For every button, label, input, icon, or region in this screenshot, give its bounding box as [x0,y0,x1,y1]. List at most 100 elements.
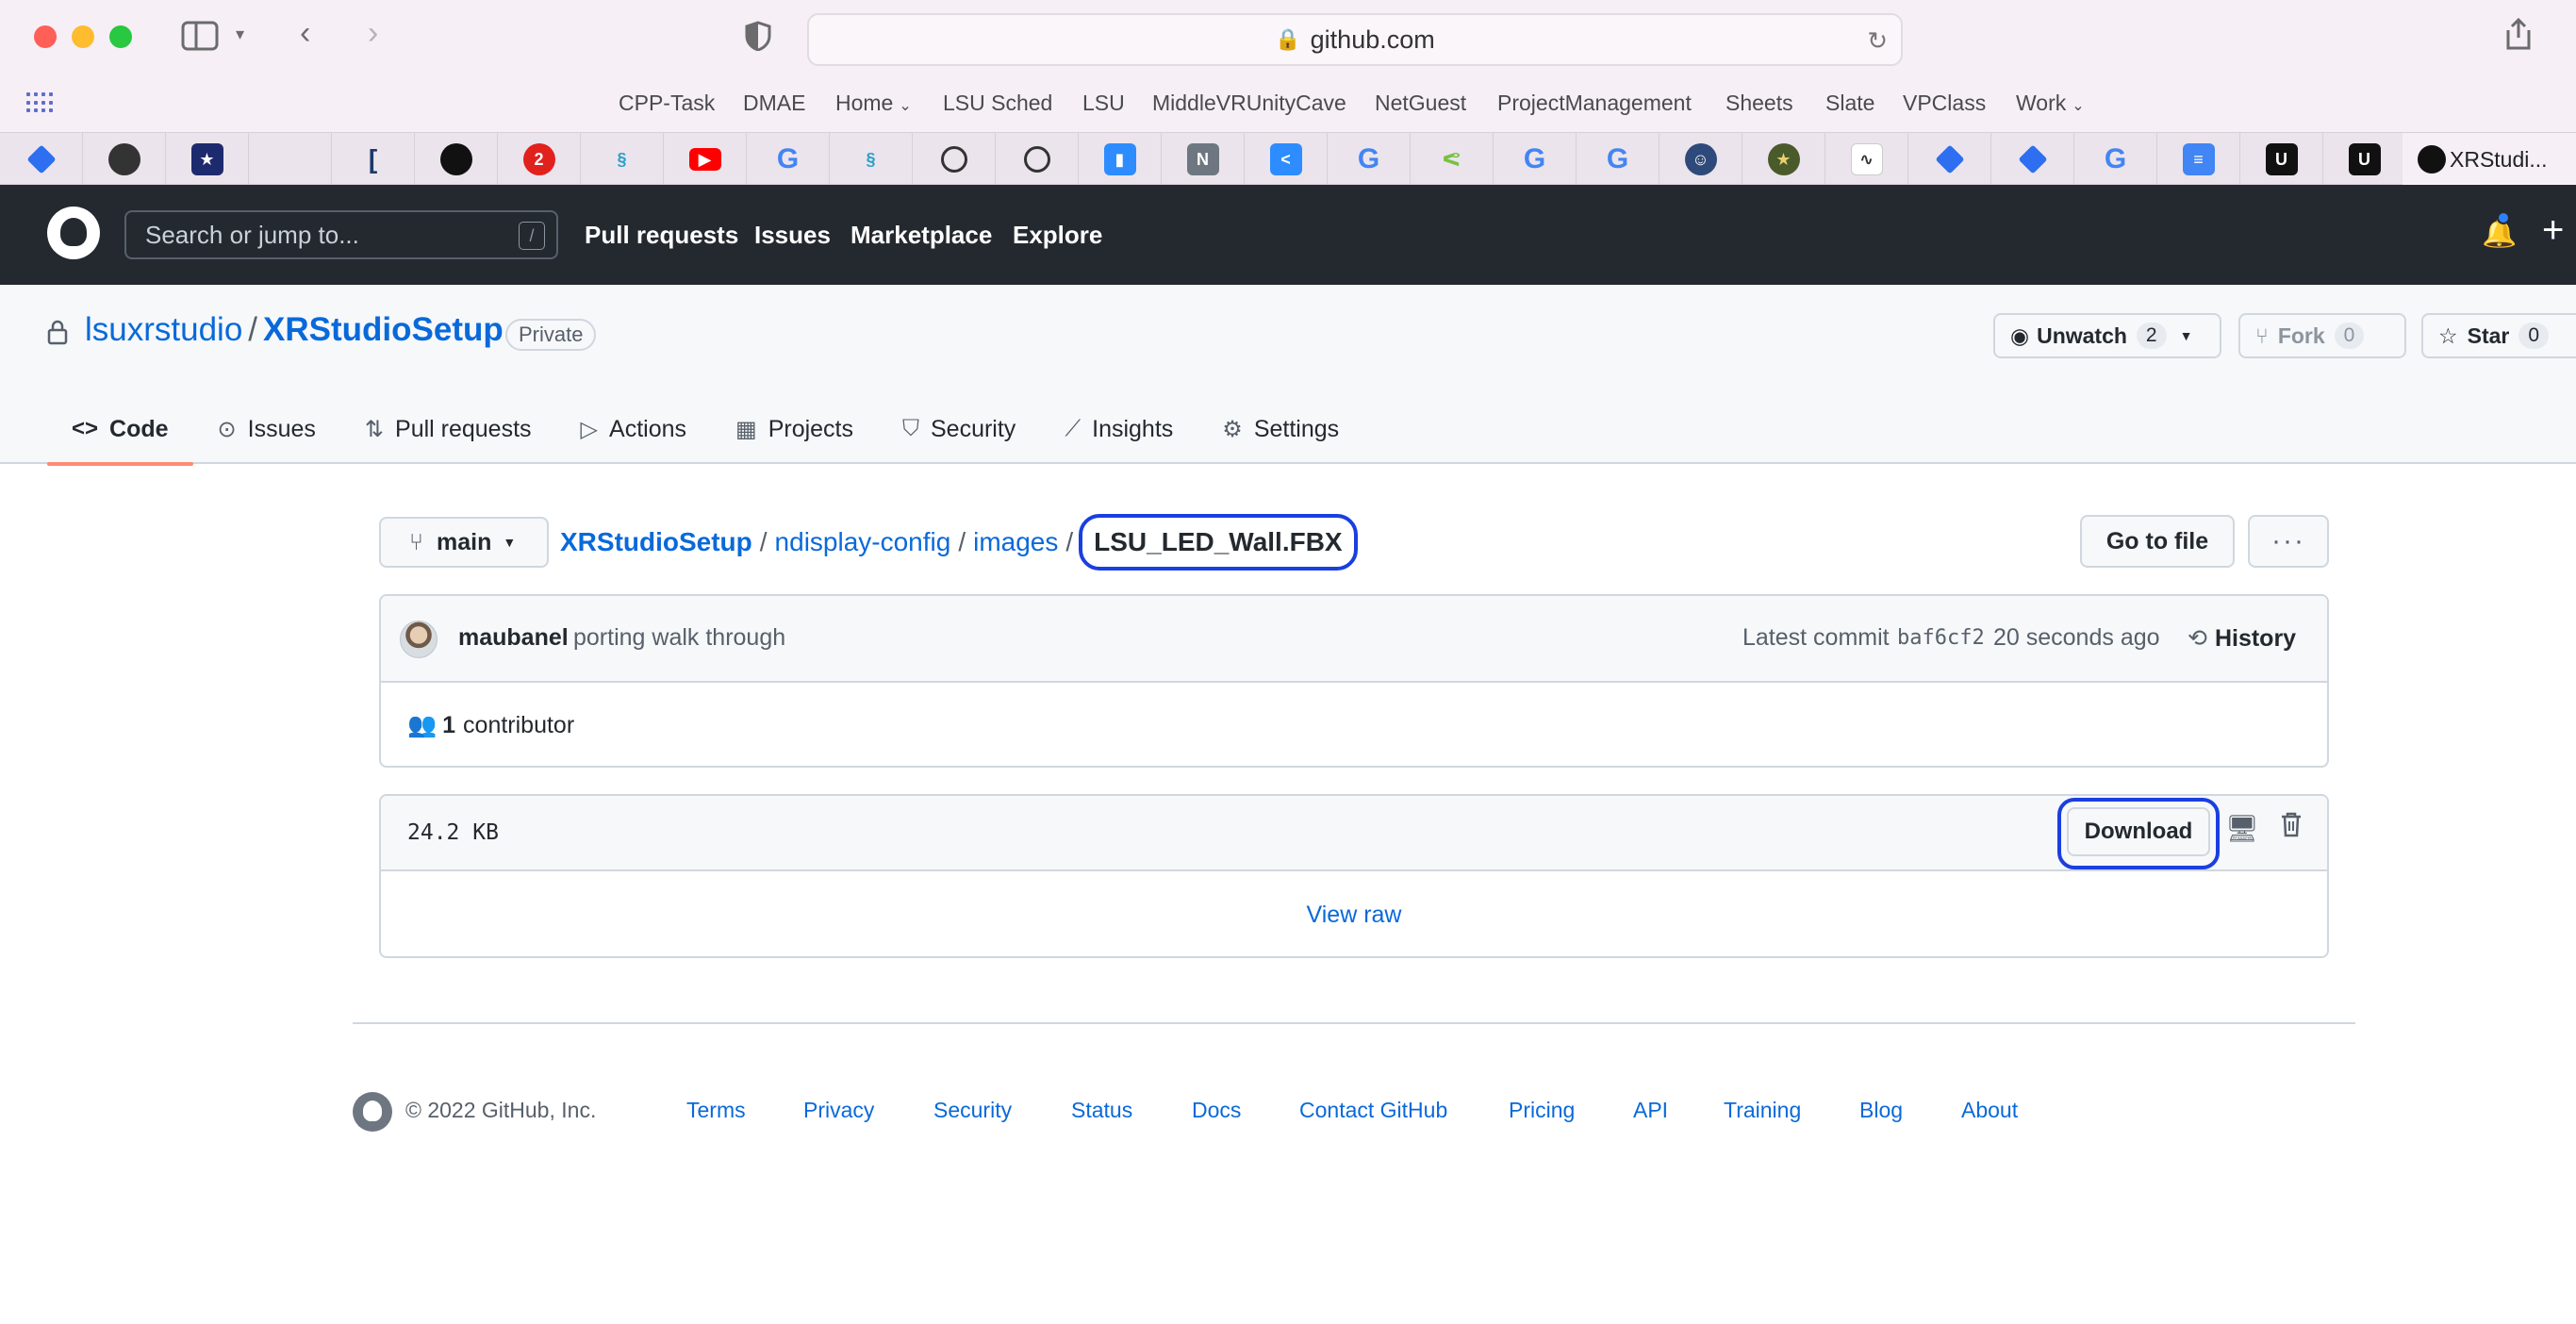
tab-pull-requests[interactable]: ⇅ Pull requests [340,394,556,464]
pinned-tab[interactable]: G [2074,133,2157,186]
pinned-tab[interactable]: ★ [1742,133,1825,186]
pinned-tab[interactable]: ☺ [1660,133,1742,186]
github-logo-icon[interactable] [47,207,100,259]
fork-button[interactable]: ⑂ Fork 0 [2238,313,2406,358]
forward-arrow-icon[interactable]: › [368,15,378,52]
pinned-tab[interactable]: [ [332,133,415,186]
history-link[interactable]: ⟲ History [2188,624,2296,653]
footer-link-status[interactable]: Status [1071,1098,1132,1123]
nav-issues[interactable]: Issues [754,185,831,285]
create-new-plus-icon[interactable]: + [2542,209,2564,252]
share-icon[interactable] [2504,17,2533,51]
footer-link-training[interactable]: Training [1724,1098,1801,1123]
pinned-tab[interactable] [83,133,166,186]
nav-marketplace[interactable]: Marketplace [850,185,992,285]
favorite-dmae[interactable]: DMAE [743,81,805,124]
pinned-tab[interactable]: ▮ [1079,133,1162,186]
contributors-row[interactable]: 👥 1 contributor [381,683,2327,766]
pinned-tab[interactable] [996,133,1079,186]
commit-sha-link[interactable]: baf6cf2 [1897,626,1985,650]
pinned-tab[interactable] [1991,133,2074,186]
pinned-tab[interactable]: N [1162,133,1245,186]
close-window-button[interactable] [34,25,57,48]
pinned-tab[interactable]: G [1328,133,1411,186]
pinned-tab[interactable] [415,133,498,186]
breadcrumb-repo-link[interactable]: XRStudioSetup [560,527,752,557]
footer-link-api[interactable]: API [1633,1098,1668,1123]
tab-settings[interactable]: ⚙ Settings [1197,394,1363,464]
tab-security[interactable]: ⛉ Security [878,394,1040,464]
pinned-tab[interactable] [1908,133,1991,186]
avatar[interactable] [400,621,438,658]
footer-link-docs[interactable]: Docs [1192,1098,1241,1123]
tab-issues[interactable]: ⊙ Issues [193,394,340,464]
favorite-work[interactable]: Work ⌄ [2016,81,2085,124]
footer-link-contact[interactable]: Contact GitHub [1299,1098,1447,1123]
nav-pull-requests[interactable]: Pull requests [585,185,738,285]
pinned-tab[interactable]: 2 [498,133,581,186]
unwatch-button[interactable]: ◉ Unwatch 2 ▼ [1993,313,2221,358]
github-logo-icon[interactable] [353,1092,392,1132]
repo-name-link[interactable]: XRStudioSetup [263,311,504,349]
nav-explore[interactable]: Explore [1013,185,1102,285]
pinned-tab[interactable]: G [747,133,830,186]
footer-link-privacy[interactable]: Privacy [803,1098,874,1123]
favorite-lsu[interactable]: LSU [1082,81,1125,124]
favorite-home[interactable]: Home ⌄ [835,81,912,124]
breadcrumb-dir-link[interactable]: ndisplay-config [775,527,951,557]
tab-code[interactable]: <> Code [47,394,193,466]
star-button[interactable]: ☆ Star 0 [2421,313,2576,358]
tab-insights[interactable]: ⟋ Insights [1040,394,1197,464]
favorite-vpclass[interactable]: VPClass [1903,81,1986,124]
view-raw-link[interactable]: View raw [381,871,2327,956]
pinned-tab[interactable]: G [1494,133,1577,186]
active-tab[interactable]: XRStudi... [2403,133,2576,186]
chevron-down-icon[interactable]: ▾ [236,25,244,44]
reload-icon[interactable]: ↻ [1867,26,1888,56]
pinned-tab[interactable] [913,133,996,186]
go-to-file-button[interactable]: Go to file [2080,515,2235,568]
footer-link-security[interactable]: Security [933,1098,1012,1123]
favorite-netguest[interactable]: NetGuest [1375,81,1466,124]
favorite-sheets[interactable]: Sheets [1726,81,1793,124]
tab-actions[interactable]: ▷ Actions [556,394,711,464]
breadcrumb-dir-link[interactable]: images [973,527,1058,557]
favorite-lsu-sched[interactable]: LSU Sched [943,81,1052,124]
address-bar[interactable]: 🔒 github.com ↻ [807,13,1903,66]
desktop-icon[interactable]: 🖥 [2225,813,2259,844]
pinned-tab[interactable]: U [2323,133,2406,186]
trash-icon[interactable] [2280,811,2303,844]
tab-projects[interactable]: ▦ Projects [711,394,878,464]
pinned-tab[interactable] [0,133,83,186]
favorite-slate[interactable]: Slate [1825,81,1874,124]
back-arrow-icon[interactable]: ‹ [300,15,310,52]
repo-owner-link[interactable]: lsuxrstudio [85,311,242,349]
minimize-window-button[interactable] [72,25,94,48]
pinned-tab[interactable]: § [581,133,664,186]
branch-selector-button[interactable]: ⑂ main ▼ [379,517,549,568]
pinned-tab[interactable]: ≡ [2157,133,2240,186]
favorite-projectmanagement[interactable]: ProjectManagement [1497,81,1692,124]
pinned-tab[interactable]: ᕙ [1411,133,1494,186]
zoom-window-button[interactable] [109,25,132,48]
pinned-tab[interactable]: < [1245,133,1328,186]
pinned-tab[interactable] [249,133,332,186]
download-button[interactable]: Download [2067,807,2210,856]
favorite-middlevrunitycave[interactable]: MiddleVRUnityCave [1152,81,1346,124]
commit-message-link[interactable]: porting walk through [573,624,785,652]
pinned-tab[interactable]: § [830,133,913,186]
sidebar-toggle-icon[interactable] [179,19,221,53]
footer-link-blog[interactable]: Blog [1859,1098,1903,1123]
footer-link-pricing[interactable]: Pricing [1509,1098,1575,1123]
pinned-tab[interactable]: ▶ [664,133,747,186]
pinned-tab[interactable]: G [1577,133,1660,186]
search-input[interactable]: Search or jump to... / [124,210,558,259]
favorite-cpp-task[interactable]: CPP-Task [619,81,715,124]
commit-author-link[interactable]: maubanel [458,624,569,652]
pinned-tab[interactable]: U [2240,133,2323,186]
privacy-shield-icon[interactable] [745,21,771,51]
pinned-tab[interactable]: ∿ [1825,133,1908,186]
pinned-tab[interactable]: ★ [166,133,249,186]
more-options-button[interactable]: ··· [2248,515,2329,568]
footer-link-terms[interactable]: Terms [686,1098,746,1123]
